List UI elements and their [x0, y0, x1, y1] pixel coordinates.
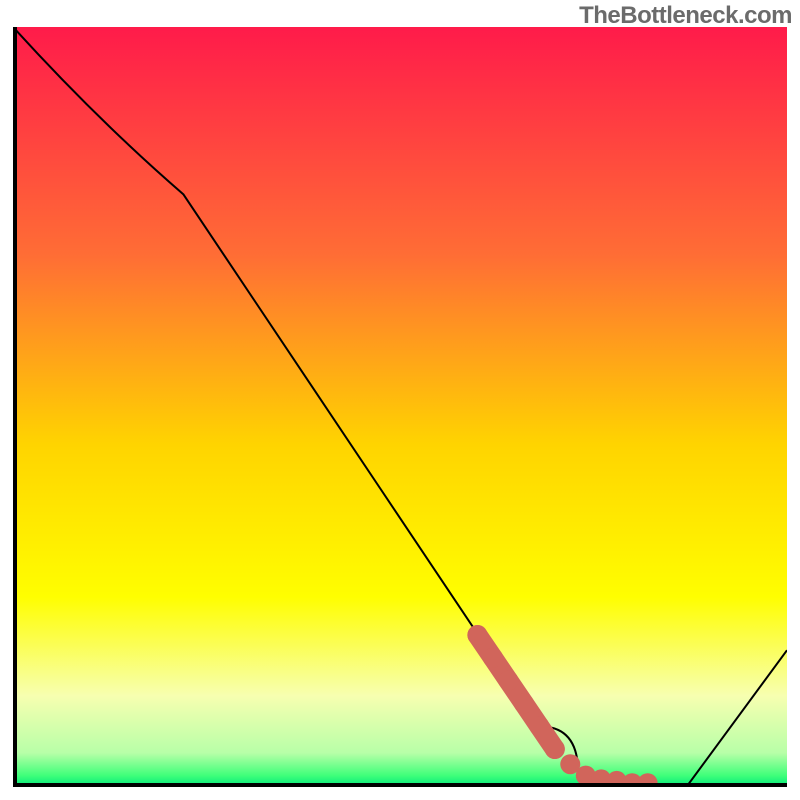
chart-container: TheBottleneck.com: [0, 0, 800, 800]
watermark-label: TheBottleneck.com: [579, 2, 792, 30]
axes-frame: [13, 27, 787, 787]
